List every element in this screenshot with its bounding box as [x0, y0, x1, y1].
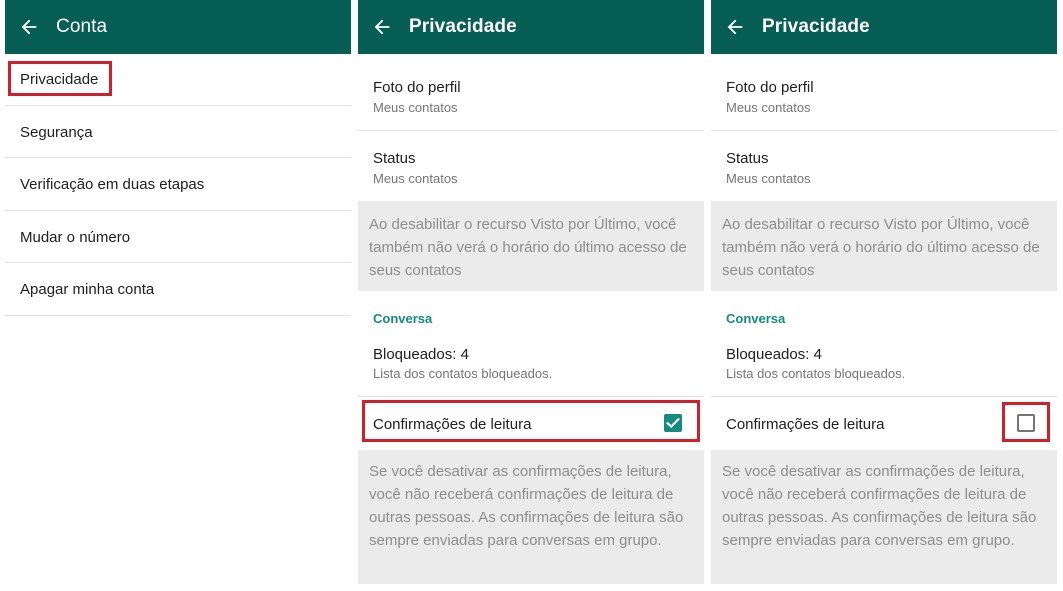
setting-label: Status — [373, 150, 416, 167]
status-setting[interactable]: Status Meus contatos — [711, 131, 1057, 199]
setting-label: Bloqueados: 4 — [726, 346, 822, 363]
last-seen-info: Ao desabilitar o recurso Visto por Últim… — [358, 201, 704, 291]
setting-value: Lista dos contatos bloqueados. — [373, 366, 553, 381]
setting-label: Status — [726, 150, 769, 167]
read-receipts-info: Se você desativar as confirmações de lei… — [358, 450, 704, 584]
app-bar: Privacidade — [358, 0, 704, 54]
setting-label: Bloqueados: 4 — [373, 346, 469, 363]
profile-photo-setting[interactable]: Foto do perfil Meus contatos — [358, 62, 704, 128]
menu-item-label: Segurança — [20, 124, 93, 141]
menu-item-security[interactable]: Segurança — [5, 106, 351, 158]
app-bar: Privacidade — [711, 0, 1057, 54]
highlight-box — [8, 61, 112, 96]
setting-label: Confirmações de leitura — [726, 416, 885, 433]
setting-value: Meus contatos — [373, 171, 458, 186]
section-header-chats: Conversa — [373, 311, 433, 326]
back-arrow-icon[interactable] — [724, 16, 746, 38]
setting-value: Meus contatos — [726, 171, 811, 186]
page-title: Conta — [56, 16, 108, 37]
menu-item-label: Apagar minha conta — [20, 281, 155, 298]
menu-item-label: Mudar o número — [20, 229, 131, 246]
highlight-box — [1002, 402, 1050, 442]
menu-item-label: Verificação em duas etapas — [20, 176, 205, 193]
menu-item-delete-account[interactable]: Apagar minha conta — [5, 263, 351, 315]
read-receipts-info: Se você desativar as confirmações de lei… — [711, 450, 1057, 584]
blocked-contacts-setting[interactable]: Bloqueados: 4 Lista dos contatos bloquea… — [358, 336, 704, 394]
back-arrow-icon[interactable] — [18, 16, 40, 38]
page-title: Privacidade — [409, 16, 517, 37]
last-seen-info: Ao desabilitar o recurso Visto por Últim… — [711, 201, 1057, 291]
divider — [5, 315, 351, 316]
blocked-contacts-setting[interactable]: Bloqueados: 4 Lista dos contatos bloquea… — [711, 336, 1057, 394]
highlight-box — [362, 400, 700, 442]
status-setting[interactable]: Status Meus contatos — [358, 131, 704, 199]
setting-value: Meus contatos — [373, 100, 458, 115]
page-title: Privacidade — [762, 16, 870, 37]
app-bar: Conta — [5, 0, 351, 54]
setting-value: Meus contatos — [726, 100, 811, 115]
privacy-screen-unchecked: Privacidade Foto do perfil Meus contatos… — [711, 0, 1057, 591]
back-arrow-icon[interactable] — [371, 16, 393, 38]
setting-label: Foto do perfil — [726, 79, 814, 96]
profile-photo-setting[interactable]: Foto do perfil Meus contatos — [711, 62, 1057, 128]
menu-item-change-number[interactable]: Mudar o número — [5, 211, 351, 263]
menu-item-two-step-verification[interactable]: Verificação em duas etapas — [5, 158, 351, 210]
setting-value: Lista dos contatos bloqueados. — [726, 366, 906, 381]
privacy-screen-checked: Privacidade Foto do perfil Meus contatos… — [358, 0, 704, 591]
section-header-chats: Conversa — [726, 311, 786, 326]
setting-label: Foto do perfil — [373, 79, 461, 96]
account-screen: Conta Privacidade Segurança Verificação … — [5, 0, 351, 591]
